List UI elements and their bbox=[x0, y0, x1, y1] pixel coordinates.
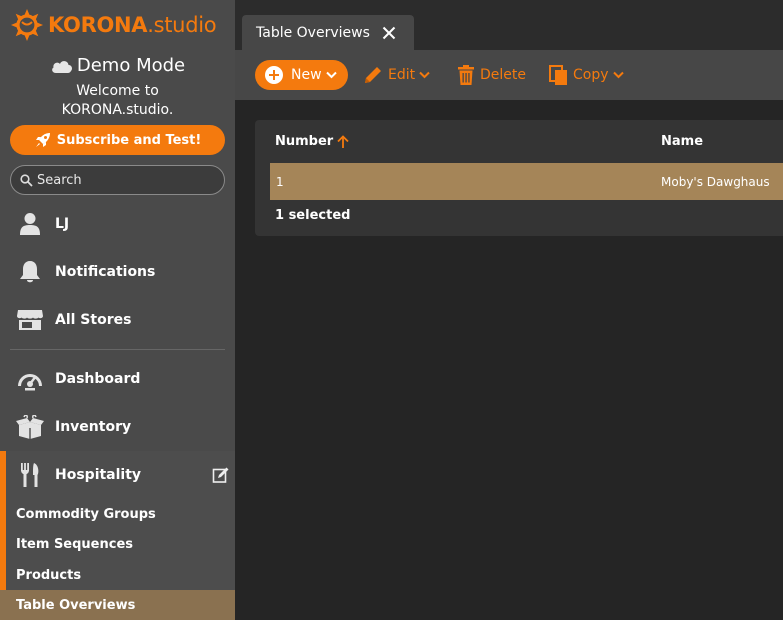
sidebar-divider bbox=[10, 349, 225, 350]
sort-ascending-icon bbox=[337, 135, 349, 148]
trash-icon bbox=[458, 65, 474, 85]
plus-circle-icon bbox=[265, 66, 283, 84]
chevron-down-icon bbox=[325, 71, 337, 79]
chevron-down-icon bbox=[419, 71, 430, 79]
sidebar-item-label: Hospitality bbox=[55, 467, 142, 483]
sidebar-item-hospitality[interactable]: Hospitality bbox=[0, 453, 235, 497]
toolbar: New Edit Delete Copy bbox=[235, 50, 783, 100]
sidebar-item-notifications[interactable]: Notifications bbox=[0, 250, 235, 294]
edit-button[interactable]: Edit bbox=[363, 60, 435, 90]
table-panel: Number Name 1 Moby's Dawghaus 1 selected bbox=[255, 120, 783, 236]
sidebar-item-all-stores[interactable]: All Stores bbox=[0, 298, 235, 342]
sidebar-item-label: LJ bbox=[55, 216, 70, 232]
edit-icon[interactable] bbox=[212, 466, 230, 484]
sidebar-item-inventory[interactable]: Inventory bbox=[0, 405, 235, 449]
sidebar-item-label: All Stores bbox=[55, 312, 132, 328]
sidebar-item-user[interactable]: LJ bbox=[0, 202, 235, 246]
main-content: Table Overviews New Edit Delete Copy Num… bbox=[235, 0, 783, 620]
sidebar-subitem-commodity-groups[interactable]: Commodity Groups bbox=[0, 499, 235, 529]
selection-count: 1 selected bbox=[275, 208, 351, 223]
user-icon bbox=[20, 213, 40, 235]
sidebar-item-label: Inventory bbox=[55, 419, 132, 435]
bell-icon bbox=[20, 261, 40, 283]
copy-button[interactable]: Copy bbox=[549, 60, 629, 90]
new-button[interactable]: New bbox=[255, 60, 348, 90]
tab-bar: Table Overviews bbox=[235, 0, 783, 50]
welcome-text: Welcome to KORONA.studio. bbox=[61, 83, 174, 118]
rocket-icon bbox=[35, 133, 50, 147]
search-icon bbox=[20, 173, 33, 187]
store-icon bbox=[17, 310, 43, 330]
sun-logo-icon bbox=[11, 9, 43, 41]
column-header-name[interactable]: Name bbox=[661, 120, 703, 163]
cloud-icon bbox=[52, 60, 72, 73]
search-box[interactable] bbox=[10, 165, 225, 195]
copy-icon bbox=[549, 64, 567, 85]
delete-button[interactable]: Delete bbox=[457, 60, 526, 90]
cell-name: Moby's Dawghaus bbox=[661, 174, 770, 189]
sidebar-subitem-item-sequences[interactable]: Item Sequences bbox=[0, 529, 235, 559]
sidebar: KORONA.studio Demo Mode Welcome to KORON… bbox=[0, 0, 235, 620]
brand-name: KORONA.studio bbox=[48, 13, 217, 37]
sidebar-item-label: Notifications bbox=[55, 264, 156, 280]
search-input[interactable] bbox=[37, 172, 217, 188]
cell-number: 1 bbox=[276, 174, 284, 189]
chevron-down-icon bbox=[612, 71, 624, 79]
tab-table-overviews[interactable]: Table Overviews bbox=[242, 15, 414, 50]
pencil-icon bbox=[365, 67, 381, 83]
demo-mode-title: Demo Mode bbox=[0, 55, 235, 76]
close-icon[interactable] bbox=[382, 26, 396, 40]
sidebar-item-label: Dashboard bbox=[55, 371, 141, 387]
table-row[interactable]: 1 Moby's Dawghaus bbox=[270, 163, 783, 200]
inventory-icon bbox=[16, 415, 44, 439]
fork-knife-icon bbox=[21, 463, 39, 487]
sidebar-subitem-table-overviews[interactable]: Table Overviews bbox=[0, 590, 235, 620]
brand-logo[interactable]: KORONA.studio bbox=[10, 8, 217, 42]
sidebar-subitem-products[interactable]: Products bbox=[0, 560, 235, 590]
sidebar-item-dashboard[interactable]: Dashboard bbox=[0, 357, 235, 401]
dashboard-icon bbox=[18, 374, 42, 391]
subscribe-button[interactable]: Subscribe and Test! bbox=[10, 125, 225, 155]
column-header-number[interactable]: Number bbox=[275, 120, 349, 163]
